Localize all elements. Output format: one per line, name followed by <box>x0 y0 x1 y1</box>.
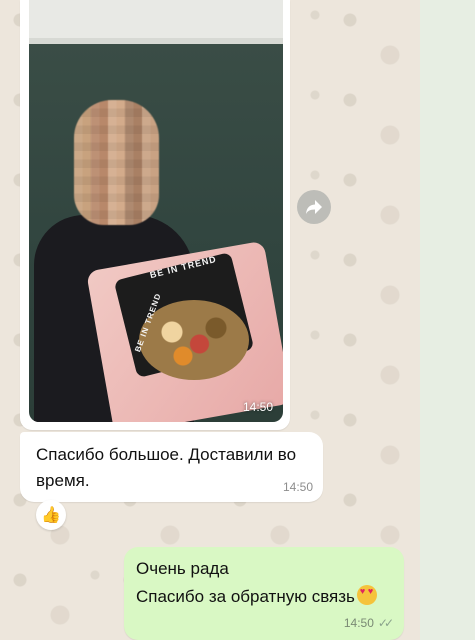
outgoing-message-line-2-wrap: Спасибо за обратную связь <box>136 585 377 607</box>
incoming-photo-message[interactable]: BE IN TREND BE IN TREND 14:50 <box>20 0 290 430</box>
outgoing-message-meta: 14:50 ✓✓ <box>343 616 394 630</box>
outgoing-message-line-2: Спасибо за обратную связь <box>136 587 355 606</box>
thumbs-up-icon: 👍 <box>41 507 61 524</box>
incoming-message-time: 14:50 <box>282 480 313 494</box>
side-panel-edge <box>420 0 475 640</box>
thumbs-up-reaction[interactable]: 👍 <box>36 500 66 530</box>
forward-icon <box>306 200 322 214</box>
photo-wall <box>29 0 283 40</box>
incoming-message-text: Спасибо большое. Доставили во время. <box>36 445 297 490</box>
double-check-icon: ✓✓ <box>377 616 394 630</box>
forward-button[interactable] <box>297 190 331 224</box>
photo-pixelation <box>74 100 159 225</box>
outgoing-text-message[interactable]: Очень рада Спасибо за обратную связь 14:… <box>124 547 404 640</box>
heart-eyes-emoji-icon <box>356 585 377 605</box>
outgoing-message-line-1: Очень рада <box>136 559 229 578</box>
photo-attachment[interactable]: BE IN TREND BE IN TREND 14:50 <box>29 0 283 422</box>
photo-timestamp: 14:50 <box>242 400 273 414</box>
incoming-text-message[interactable]: Спасибо большое. Доставили во время. 14:… <box>20 432 323 502</box>
photo-board-rail <box>29 38 283 44</box>
outgoing-message-time: 14:50 <box>343 616 374 630</box>
